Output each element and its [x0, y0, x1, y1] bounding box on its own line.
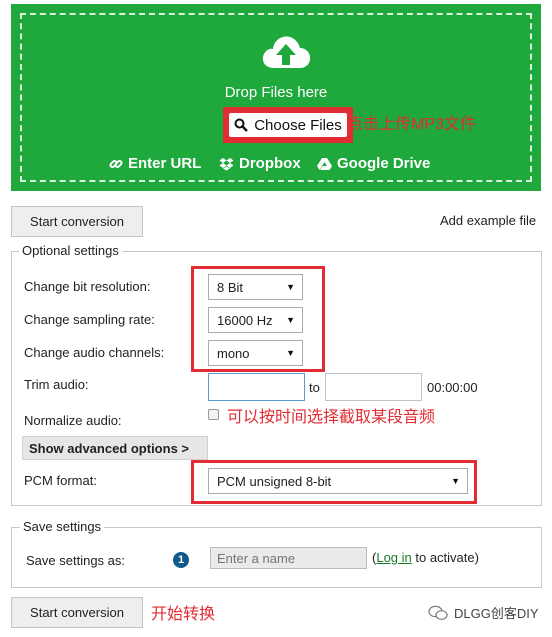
chevron-down-icon: ▼	[286, 315, 295, 325]
chevron-down-icon: ▼	[451, 476, 460, 486]
bit-resolution-label: Change bit resolution:	[24, 279, 151, 294]
bit-resolution-select[interactable]: 8 Bit ▼	[208, 274, 303, 300]
save-settings-legend: Save settings	[20, 519, 105, 534]
chevron-down-icon: ▼	[286, 282, 295, 292]
upload-sources: Enter URL Dropbox Google Drive	[11, 155, 541, 173]
login-suffix: to activate)	[411, 550, 479, 565]
normalize-audio-checkbox[interactable]	[208, 409, 219, 420]
drop-files-text: Drop Files here	[224, 84, 328, 101]
choose-files-button[interactable]: Choose Files	[229, 113, 347, 137]
trim-end-input[interactable]	[325, 373, 422, 401]
save-name-input[interactable]	[210, 547, 367, 569]
pcm-format-select[interactable]: PCM unsigned 8-bit ▼	[208, 468, 468, 494]
start-conversion-button-top[interactable]: Start conversion	[11, 206, 143, 237]
google-drive-icon	[317, 157, 332, 170]
save-settings-label: Save settings as:	[26, 553, 125, 568]
pcm-format-label: PCM format:	[24, 473, 97, 488]
search-icon	[234, 118, 249, 132]
start-conversion-annotation: 开始转换	[151, 606, 216, 623]
trim-time-display: 00:00:00	[427, 380, 478, 395]
show-advanced-options-button[interactable]: Show advanced options >	[22, 436, 208, 460]
wechat-icon	[428, 605, 448, 620]
audio-channels-select[interactable]: mono ▼	[208, 340, 303, 366]
bit-resolution-value: 8 Bit	[217, 279, 244, 295]
enter-url-label: Enter URL	[128, 155, 202, 172]
choose-files-highlight: Choose Files	[223, 107, 353, 143]
trim-audio-label: Trim audio:	[24, 377, 89, 392]
start-conversion-button-bottom[interactable]: Start conversion	[11, 597, 143, 628]
audio-channels-value: mono	[217, 345, 250, 361]
cloud-upload-icon	[262, 36, 311, 68]
info-icon[interactable]: 1	[173, 552, 189, 568]
add-example-file-link[interactable]: Add example file	[440, 213, 536, 228]
google-drive-link[interactable]: Google Drive	[317, 155, 430, 172]
upload-dropzone[interactable]: Drop Files here Choose Files 点击上传MP3文件 E…	[11, 4, 541, 191]
link-icon	[109, 159, 123, 168]
login-to-activate-text: (Log in to activate)	[372, 550, 479, 565]
watermark: DLGG创客DIY	[428, 603, 539, 622]
dropbox-icon	[219, 157, 234, 170]
sampling-rate-value: 16000 Hz	[217, 312, 273, 328]
watermark-text: DLGG创客DIY	[454, 606, 539, 621]
sampling-rate-select[interactable]: 16000 Hz ▼	[208, 307, 303, 333]
enter-url-link[interactable]: Enter URL	[109, 155, 201, 172]
optional-settings-legend: Optional settings	[19, 243, 122, 258]
chevron-down-icon: ▼	[286, 348, 295, 358]
dropbox-label: Dropbox	[239, 155, 301, 172]
choose-files-annotation: 点击上传MP3文件	[347, 116, 476, 133]
dropbox-link[interactable]: Dropbox	[219, 155, 301, 172]
pcm-format-value: PCM unsigned 8-bit	[217, 473, 332, 489]
choose-files-label: Choose Files	[254, 116, 342, 134]
google-drive-label: Google Drive	[337, 155, 431, 172]
trim-to-label: to	[309, 380, 320, 395]
normalize-audio-label: Normalize audio:	[24, 413, 122, 428]
login-link[interactable]: Log in	[376, 550, 411, 565]
audio-channels-label: Change audio channels:	[24, 345, 165, 360]
sampling-rate-label: Change sampling rate:	[24, 312, 155, 327]
trim-start-input[interactable]	[208, 373, 305, 401]
trim-annotation: 可以按时间选择截取某段音频	[227, 409, 436, 426]
